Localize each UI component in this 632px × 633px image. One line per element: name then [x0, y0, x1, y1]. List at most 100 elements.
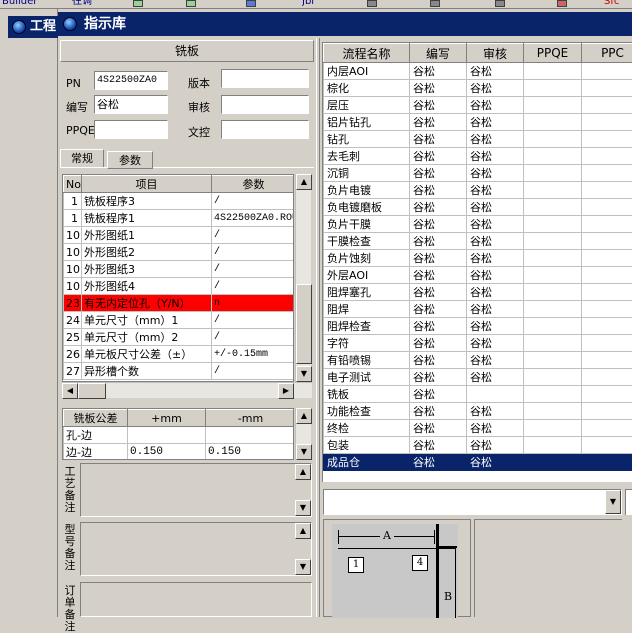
cell-ppc[interactable]: [582, 148, 632, 165]
cell-ppqe[interactable]: [524, 63, 582, 80]
row-value[interactable]: +/-0.15mm: [212, 346, 295, 363]
scroll-down-arrow-icon[interactable]: ▼: [296, 366, 312, 382]
table-row[interactable]: 10外形图纸1/: [64, 227, 295, 244]
cell-author[interactable]: 谷松: [410, 63, 467, 80]
table-row[interactable]: 外层AOI谷松谷松: [324, 267, 632, 284]
pn-field[interactable]: 4S22500ZA0: [94, 71, 168, 90]
cell-ppqe[interactable]: [524, 148, 582, 165]
toolbar-item-jbl[interactable]: Jbl: [302, 0, 332, 9]
cell-ppqe[interactable]: [524, 386, 582, 403]
hscroll-thumb[interactable]: [78, 383, 106, 399]
cell-author[interactable]: 谷松: [410, 437, 467, 454]
table-row[interactable]: 负片电镀谷松谷松: [324, 182, 632, 199]
background-window-title[interactable]: 工程: [8, 16, 60, 38]
cell-author[interactable]: 谷松: [410, 352, 467, 369]
cell-process-name[interactable]: 去毛刺: [324, 148, 410, 165]
cell-review[interactable]: 谷松: [467, 131, 524, 148]
cell-author[interactable]: 谷松: [410, 250, 467, 267]
cell-review[interactable]: 谷松: [467, 199, 524, 216]
col-header-ppc[interactable]: PPC: [582, 44, 632, 63]
cell-ppc[interactable]: [582, 454, 632, 471]
tolerance-table[interactable]: 铣板公差 +mm -mm 孔-边 边-边 0.150 0.150: [62, 408, 294, 460]
table-row[interactable]: 沉铜谷松谷松: [324, 165, 632, 182]
tol-header-minus[interactable]: -mm: [206, 410, 295, 427]
review-field[interactable]: [221, 95, 309, 114]
table-row[interactable]: 负片蚀刻谷松谷松: [324, 250, 632, 267]
cell-ppc[interactable]: [582, 335, 632, 352]
cell-ppc[interactable]: [582, 63, 632, 80]
cell-ppc[interactable]: [582, 301, 632, 318]
cell-ppqe[interactable]: [524, 216, 582, 233]
table-row[interactable]: 25单元尺寸（mm）2/: [64, 329, 295, 346]
tol-plus[interactable]: 0.150: [128, 444, 206, 461]
cell-ppqe[interactable]: [524, 403, 582, 420]
table-row[interactable]: 阻焊谷松谷松: [324, 301, 632, 318]
cell-review[interactable]: 谷松: [467, 182, 524, 199]
cell-review[interactable]: 谷松: [467, 301, 524, 318]
cell-process-name[interactable]: 铝片钻孔: [324, 114, 410, 131]
table-row[interactable]: 27异形槽个数/: [64, 363, 295, 380]
cell-ppc[interactable]: [582, 114, 632, 131]
process-note-box[interactable]: ▲ ▼: [80, 463, 312, 517]
table-row[interactable]: 26单元板尺寸公差（±）+/-0.15mm: [64, 346, 295, 363]
cell-process-name[interactable]: 内层AOI: [324, 63, 410, 80]
row-value[interactable]: 4S22500ZA0.ROU: [212, 210, 295, 227]
cell-review[interactable]: 谷松: [467, 267, 524, 284]
cell-author[interactable]: 谷松: [410, 301, 467, 318]
cell-ppc[interactable]: [582, 250, 632, 267]
cell-author[interactable]: 谷松: [410, 284, 467, 301]
cell-ppc[interactable]: [582, 131, 632, 148]
col-header-author[interactable]: 编写: [410, 44, 467, 63]
table-row[interactable]: 包装谷松谷松: [324, 437, 632, 454]
cell-ppc[interactable]: [582, 97, 632, 114]
table-row[interactable]: 功能检查谷松谷松: [324, 403, 632, 420]
cell-ppqe[interactable]: [524, 335, 582, 352]
cell-process-name[interactable]: 层压: [324, 97, 410, 114]
table-row[interactable]: 层压谷松谷松: [324, 97, 632, 114]
table-row[interactable]: 有铅喷锡谷松谷松: [324, 352, 632, 369]
table-row[interactable]: 孔-边: [64, 427, 295, 444]
author-field[interactable]: 谷松: [94, 95, 168, 114]
cell-process-name[interactable]: 沉铜: [324, 165, 410, 182]
cell-author[interactable]: 谷松: [410, 165, 467, 182]
tab-general[interactable]: 常规: [60, 149, 104, 167]
scroll-up-arrow-icon[interactable]: ▲: [296, 408, 312, 424]
cell-ppqe[interactable]: [524, 437, 582, 454]
cell-review[interactable]: 谷松: [467, 165, 524, 182]
cell-process-name[interactable]: 负片干膜: [324, 216, 410, 233]
cell-ppqe[interactable]: [524, 114, 582, 131]
scroll-left-arrow-icon[interactable]: ◀: [62, 383, 78, 399]
tol-plus[interactable]: [128, 427, 206, 444]
toolbar-save-icon[interactable]: [246, 0, 256, 7]
ppqe-field[interactable]: [94, 120, 168, 139]
cell-ppqe[interactable]: [524, 284, 582, 301]
row-value[interactable]: /: [212, 278, 295, 295]
cell-ppqe[interactable]: [524, 182, 582, 199]
col-header-no[interactable]: No: [64, 176, 82, 193]
toolbar-item-2[interactable]: 往调: [72, 0, 102, 9]
scroll-down-arrow-icon[interactable]: ▼: [295, 559, 311, 575]
cell-process-name[interactable]: 阻焊塞孔: [324, 284, 410, 301]
tol-header-name[interactable]: 铣板公差: [64, 410, 128, 427]
row-value[interactable]: /: [212, 363, 295, 380]
toolbar-red-icon[interactable]: [557, 0, 567, 7]
scroll-down-arrow-icon[interactable]: ▼: [296, 444, 312, 460]
process-table[interactable]: 流程名称 编写 审核 PPQE PPC 内层AOI谷松谷松棕化谷松谷松层压谷松谷…: [322, 42, 632, 482]
table-row[interactable]: 钻孔谷松谷松: [324, 131, 632, 148]
col-header-process-name[interactable]: 流程名称: [324, 44, 410, 63]
cell-review[interactable]: 谷松: [467, 250, 524, 267]
cell-review[interactable]: 谷松: [467, 454, 524, 471]
row-value[interactable]: /: [212, 261, 295, 278]
table-row[interactable]: 终检谷松谷松: [324, 420, 632, 437]
table-row[interactable]: 内层AOI谷松谷松: [324, 63, 632, 80]
cell-ppqe[interactable]: [524, 97, 582, 114]
cell-review[interactable]: 谷松: [467, 318, 524, 335]
version-field[interactable]: [221, 69, 309, 88]
cell-author[interactable]: 谷松: [410, 267, 467, 284]
cell-author[interactable]: 谷松: [410, 182, 467, 199]
panel-splitter[interactable]: [316, 38, 320, 617]
tol-header-plus[interactable]: +mm: [128, 410, 206, 427]
cell-ppc[interactable]: [582, 352, 632, 369]
table-row[interactable]: 铝片钻孔谷松谷松: [324, 114, 632, 131]
cell-author[interactable]: 谷松: [410, 420, 467, 437]
